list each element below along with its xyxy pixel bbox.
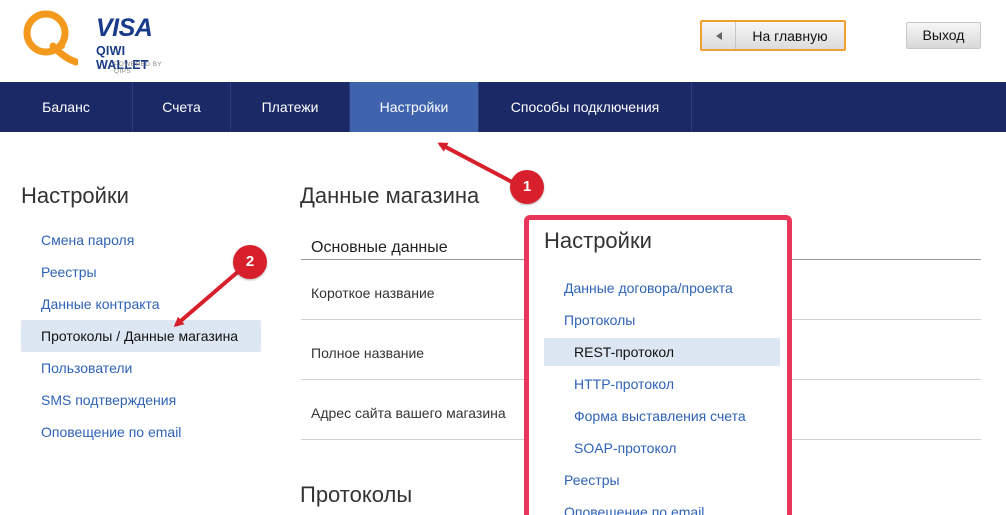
settings-dropdown-menu: Настройки Данные договора/проекта Проток… — [524, 215, 792, 515]
sidebar-item-users[interactable]: Пользователи — [21, 352, 261, 384]
sidebar-item-change-password[interactable]: Смена пароля — [21, 224, 261, 256]
section-title-protocols: Протоколы — [300, 482, 413, 507]
nav-item-settings[interactable]: Настройки — [350, 82, 479, 132]
page-title: Данные магазина — [300, 183, 480, 208]
sidebar-item-contract-data[interactable]: Данные контракта — [21, 288, 261, 320]
dropdown-item-contract-project-data[interactable]: Данные договора/проекта — [544, 274, 780, 302]
sidebar-title: Настройки — [21, 183, 129, 208]
field-label-short-name: Короткое название — [311, 285, 435, 301]
header: VISA QIWI WALLET POWERED BY QIPS На глав… — [0, 0, 1006, 82]
dropdown-item-protocols[interactable]: Протоколы — [544, 306, 780, 334]
sidebar-item-registries[interactable]: Реестры — [21, 256, 261, 288]
sidebar-item-email-notifications[interactable]: Оповещение по email — [21, 416, 261, 448]
sidebar-menu: Смена пароля Реестры Данные контракта Пр… — [21, 224, 261, 448]
dropdown-item-rest-protocol[interactable]: REST-протокол — [544, 338, 780, 366]
section-heading: Основные данные — [311, 239, 448, 256]
chevron-left-icon — [702, 22, 736, 49]
home-button[interactable]: На главную — [700, 20, 846, 51]
annotation-arrow-1 — [437, 142, 513, 184]
dropdown-item-registries[interactable]: Реестры — [544, 466, 780, 494]
nav-item-connection-methods[interactable]: Способы подключения — [479, 82, 692, 132]
nav-item-payments[interactable]: Платежи — [231, 82, 350, 132]
home-button-label: На главную — [752, 27, 828, 44]
field-label-full-name: Полное название — [311, 345, 425, 361]
powered-by-text: POWERED BY QIPS — [114, 61, 162, 75]
dropdown-item-email-notifications[interactable]: Оповещение по email — [544, 498, 780, 515]
nav-item-invoices[interactable]: Счета — [133, 82, 231, 132]
annotation-badge-1: 1 — [510, 170, 544, 204]
qiwi-logo[interactable]: VISA QIWI WALLET POWERED BY QIPS — [20, 8, 180, 75]
annotation-badge-2: 2 — [233, 245, 267, 279]
dropdown-title: Настройки — [544, 228, 652, 253]
dropdown-item-invoice-form[interactable]: Форма выставления счета — [544, 402, 780, 430]
visa-wordmark: VISA — [96, 14, 153, 42]
sidebar-item-sms-confirmations[interactable]: SMS подтверждения — [21, 384, 261, 416]
logout-button[interactable]: Выход — [906, 22, 981, 49]
dropdown-item-http-protocol[interactable]: HTTP-протокол — [544, 370, 780, 398]
field-label-site-url: Адрес сайта вашего магазина — [311, 405, 506, 421]
dropdown-item-soap-protocol[interactable]: SOAP-протокол — [544, 434, 780, 462]
main-nav: Баланс Счета Платежи Настройки Способы п… — [0, 82, 1006, 132]
sidebar-item-protocols-shop-data[interactable]: Протоколы / Данные магазина — [21, 320, 261, 352]
qiwi-q-icon — [23, 10, 78, 66]
nav-item-balance[interactable]: Баланс — [0, 82, 133, 132]
